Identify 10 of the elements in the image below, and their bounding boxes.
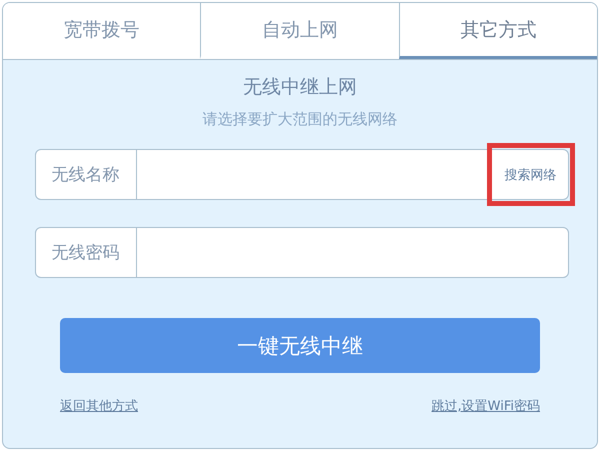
- section-title: 无线中继上网: [243, 75, 357, 100]
- section-subtitle: 请选择要扩大范围的无线网络: [202, 110, 398, 129]
- text-link[interactable]: 跳过,设置WiFi密码: [432, 397, 540, 415]
- input-field[interactable]: 无线密码: [34, 227, 568, 278]
- field-label: 无线名称: [36, 150, 136, 199]
- relay-button[interactable]: 一键无线中继: [60, 318, 540, 373]
- tab[interactable]: 其它方式: [398, 3, 597, 59]
- field-label: 无线密码: [36, 228, 136, 277]
- text-link[interactable]: 返回其他方式: [60, 397, 138, 415]
- search-network-link[interactable]: 搜索网络: [486, 143, 574, 206]
